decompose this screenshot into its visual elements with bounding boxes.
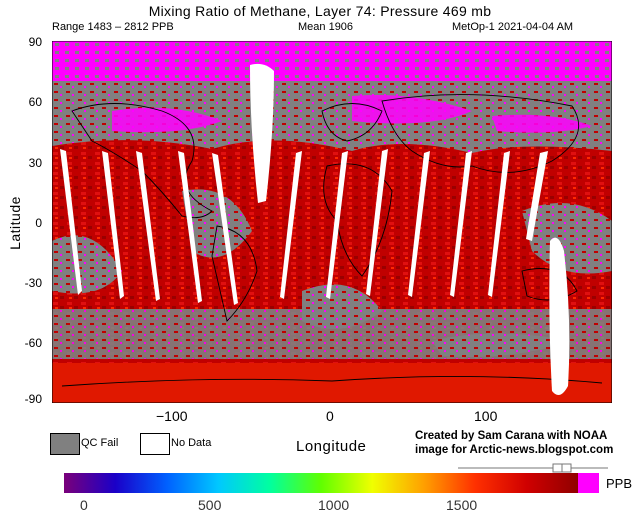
colorbar-unit: PPB: [606, 476, 633, 491]
y-tick-minus60: -60: [24, 336, 42, 350]
arctic-high-band: [52, 41, 612, 81]
x-tick-100: 100: [474, 408, 498, 424]
source-date-text: MetOp-1 2021-04-04 AM: [452, 21, 574, 33]
qc-fail-label: QC Fail: [81, 437, 119, 449]
credit-line-2: image for Arctic-news.blogspot.com: [415, 444, 614, 456]
colorbar-tick-0: 0: [80, 497, 88, 513]
credit-line-1: Created by Sam Carana with NOAA: [415, 430, 608, 442]
slider-handle[interactable]: [552, 463, 563, 473]
y-tick-minus30: -30: [24, 276, 42, 290]
colorbar-tick-500: 500: [198, 497, 222, 513]
qc-fail-swatch: [50, 433, 80, 455]
south-qc-band: [52, 309, 612, 359]
page-title: Mixing Ratio of Methane, Layer 74: Press…: [148, 3, 492, 19]
y-tick-0: 0: [35, 216, 42, 230]
colorbar-tick-1500: 1500: [446, 497, 478, 513]
no-data-swatch: [140, 433, 170, 455]
methane-map: [52, 41, 612, 403]
colorbar-over-box: [578, 473, 599, 493]
slider-handle-2[interactable]: [561, 463, 572, 473]
x-tick-0: 0: [326, 408, 334, 424]
range-text: Range 1483 – 2812 PPB: [52, 21, 174, 33]
x-tick-minus100: −100: [156, 408, 188, 424]
y-tick-60: 60: [28, 95, 42, 109]
colorbar-tick-1000: 1000: [318, 497, 350, 513]
no-data-label: No Data: [171, 437, 212, 449]
y-tick-90: 90: [28, 35, 42, 49]
colorbar: [64, 473, 578, 493]
y-tick-minus90: -90: [24, 392, 42, 406]
antarctic-band: [52, 363, 612, 403]
y-tick-30: 30: [28, 156, 42, 170]
longitude-axis-label: Longitude: [296, 438, 367, 455]
mean-text: Mean 1906: [298, 21, 354, 33]
latitude-axis-label: Latitude: [6, 196, 23, 250]
